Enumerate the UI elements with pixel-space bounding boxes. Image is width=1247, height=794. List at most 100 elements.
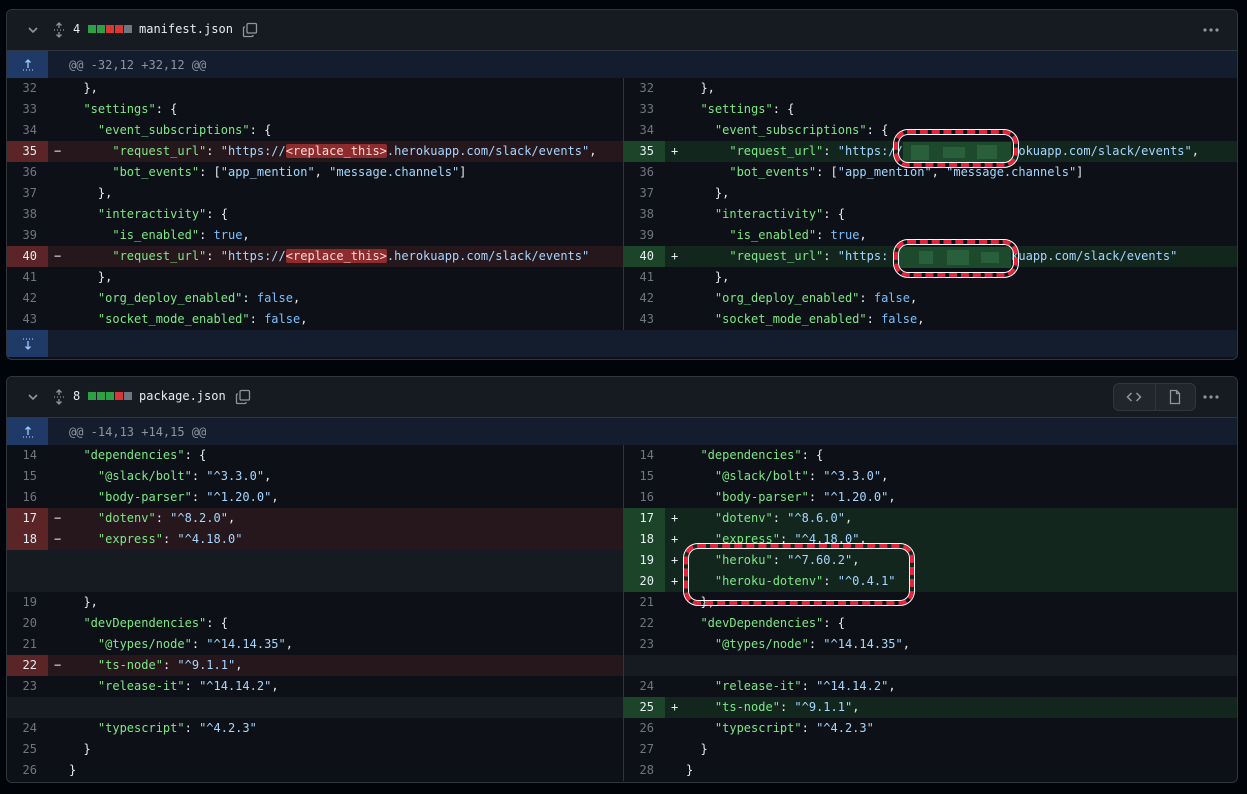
line-number[interactable]: 36 <box>624 162 665 183</box>
expand-up-button[interactable] <box>7 418 48 445</box>
line-number[interactable]: 41 <box>624 267 665 288</box>
diff-sign: + <box>671 532 679 546</box>
rich-view-button[interactable] <box>1154 384 1196 410</box>
code-token: , <box>235 658 243 672</box>
copy-icon[interactable] <box>235 389 251 405</box>
line-number[interactable]: 16 <box>7 487 48 508</box>
line-number[interactable]: 24 <box>624 676 665 697</box>
code-token: }, <box>69 595 98 609</box>
expand-footer <box>7 330 1237 357</box>
line-number[interactable]: 23 <box>624 634 665 655</box>
line-number[interactable]: 38 <box>624 204 665 225</box>
line-number[interactable]: 34 <box>7 120 48 141</box>
code-token: "event_subscriptions" <box>97 123 250 137</box>
line-number[interactable]: 26 <box>624 718 665 739</box>
line-number[interactable]: 20 <box>7 613 48 634</box>
line-number[interactable]: 42 <box>7 288 48 309</box>
line-number[interactable]: 43 <box>7 309 48 330</box>
line-number[interactable]: 36 <box>7 162 48 183</box>
line-number[interactable]: 32 <box>7 78 48 99</box>
hunk-header: @@ -14,13 +14,15 @@ <box>7 418 1237 445</box>
code-token: false <box>873 291 910 305</box>
line-number[interactable]: 25 <box>7 739 48 760</box>
line-number[interactable]: 17 <box>7 508 48 529</box>
line-number[interactable]: 43 <box>624 309 665 330</box>
kebab-menu-icon[interactable] <box>1201 20 1221 40</box>
line-number[interactable]: 22 <box>7 655 48 676</box>
code-token: }, <box>686 270 730 284</box>
file-name[interactable]: package.json <box>139 389 226 403</box>
line-number[interactable]: 32 <box>624 78 665 99</box>
line-number[interactable] <box>7 550 48 571</box>
line-number[interactable]: 15 <box>624 466 665 487</box>
line-number[interactable]: 39 <box>7 225 48 246</box>
line-number[interactable]: 34 <box>624 120 665 141</box>
chevron-down-icon[interactable] <box>25 389 41 405</box>
line-number[interactable]: 23 <box>7 676 48 697</box>
line-number[interactable]: 38 <box>7 204 48 225</box>
line-number[interactable]: 21 <box>624 592 665 613</box>
line-number[interactable]: 14 <box>7 445 48 466</box>
code-token: "app_mention" <box>837 165 932 179</box>
source-view-button[interactable] <box>1114 384 1155 410</box>
copy-icon[interactable] <box>242 22 258 38</box>
line-number[interactable]: 21 <box>7 634 48 655</box>
line-number[interactable] <box>7 571 48 592</box>
expand-down-button[interactable] <box>7 330 48 357</box>
code-line: } <box>69 760 76 781</box>
line-number[interactable]: 15 <box>7 466 48 487</box>
line-number[interactable]: 39 <box>624 225 665 246</box>
code-token: true <box>213 228 243 242</box>
context-line: 43 "socket_mode_enabled": false, <box>7 309 623 330</box>
line-number[interactable]: 18 <box>624 529 665 550</box>
code-token: : <box>779 700 795 714</box>
expand-all-icon[interactable] <box>51 22 67 38</box>
line-number[interactable]: 33 <box>624 99 665 120</box>
code-token: "is_enabled" <box>729 228 817 242</box>
code-line: }, <box>69 78 97 99</box>
line-number[interactable]: 16 <box>624 487 665 508</box>
line-number[interactable]: 17 <box>624 508 665 529</box>
line-number[interactable]: 33 <box>7 99 48 120</box>
line-number[interactable]: 27 <box>624 739 665 760</box>
kebab-menu-icon[interactable] <box>1201 387 1221 407</box>
line-number[interactable]: 35 <box>624 141 665 162</box>
expand-all-icon[interactable] <box>51 389 67 405</box>
line-number[interactable]: 24 <box>7 718 48 739</box>
line-number[interactable] <box>624 655 665 676</box>
context-line: 43 "socket_mode_enabled": false, <box>624 309 1237 330</box>
line-number[interactable]: 37 <box>7 183 48 204</box>
line-number[interactable] <box>7 697 48 718</box>
line-number[interactable]: 19 <box>624 550 665 571</box>
chevron-down-icon[interactable] <box>25 22 41 38</box>
code-token: : [ <box>199 165 221 179</box>
line-number[interactable]: 18 <box>7 529 48 550</box>
changes-count: 4 <box>73 22 81 36</box>
code-token: , <box>271 679 279 693</box>
diff-left-pane: 14 "dependencies": {15 "@slack/bolt": "^… <box>7 445 623 781</box>
context-line: 23 "@types/node": "^14.14.35", <box>624 634 1237 655</box>
code-token: "socket_mode_enabled" <box>714 312 867 326</box>
code-token: }, <box>686 81 715 95</box>
line-number[interactable]: 22 <box>624 613 665 634</box>
line-number[interactable]: 40 <box>7 246 48 267</box>
line-number[interactable]: 14 <box>624 445 665 466</box>
line-number[interactable]: 35 <box>7 141 48 162</box>
line-number[interactable]: 26 <box>7 760 48 781</box>
line-number[interactable]: 28 <box>624 760 665 781</box>
code-token: , <box>852 700 860 714</box>
line-number[interactable]: 40 <box>624 246 665 267</box>
line-number[interactable]: 25 <box>624 697 665 718</box>
expand-up-button[interactable] <box>7 51 48 78</box>
line-number[interactable]: 37 <box>624 183 665 204</box>
line-number[interactable]: 41 <box>7 267 48 288</box>
code-token: "https:// <box>220 144 286 158</box>
line-number[interactable]: 19 <box>7 592 48 613</box>
line-number[interactable]: 20 <box>624 571 665 592</box>
code-line: "bot_events": ["app_mention", "message.c… <box>69 162 466 183</box>
file-name[interactable]: manifest.json <box>139 22 233 36</box>
line-number[interactable]: 42 <box>624 288 665 309</box>
